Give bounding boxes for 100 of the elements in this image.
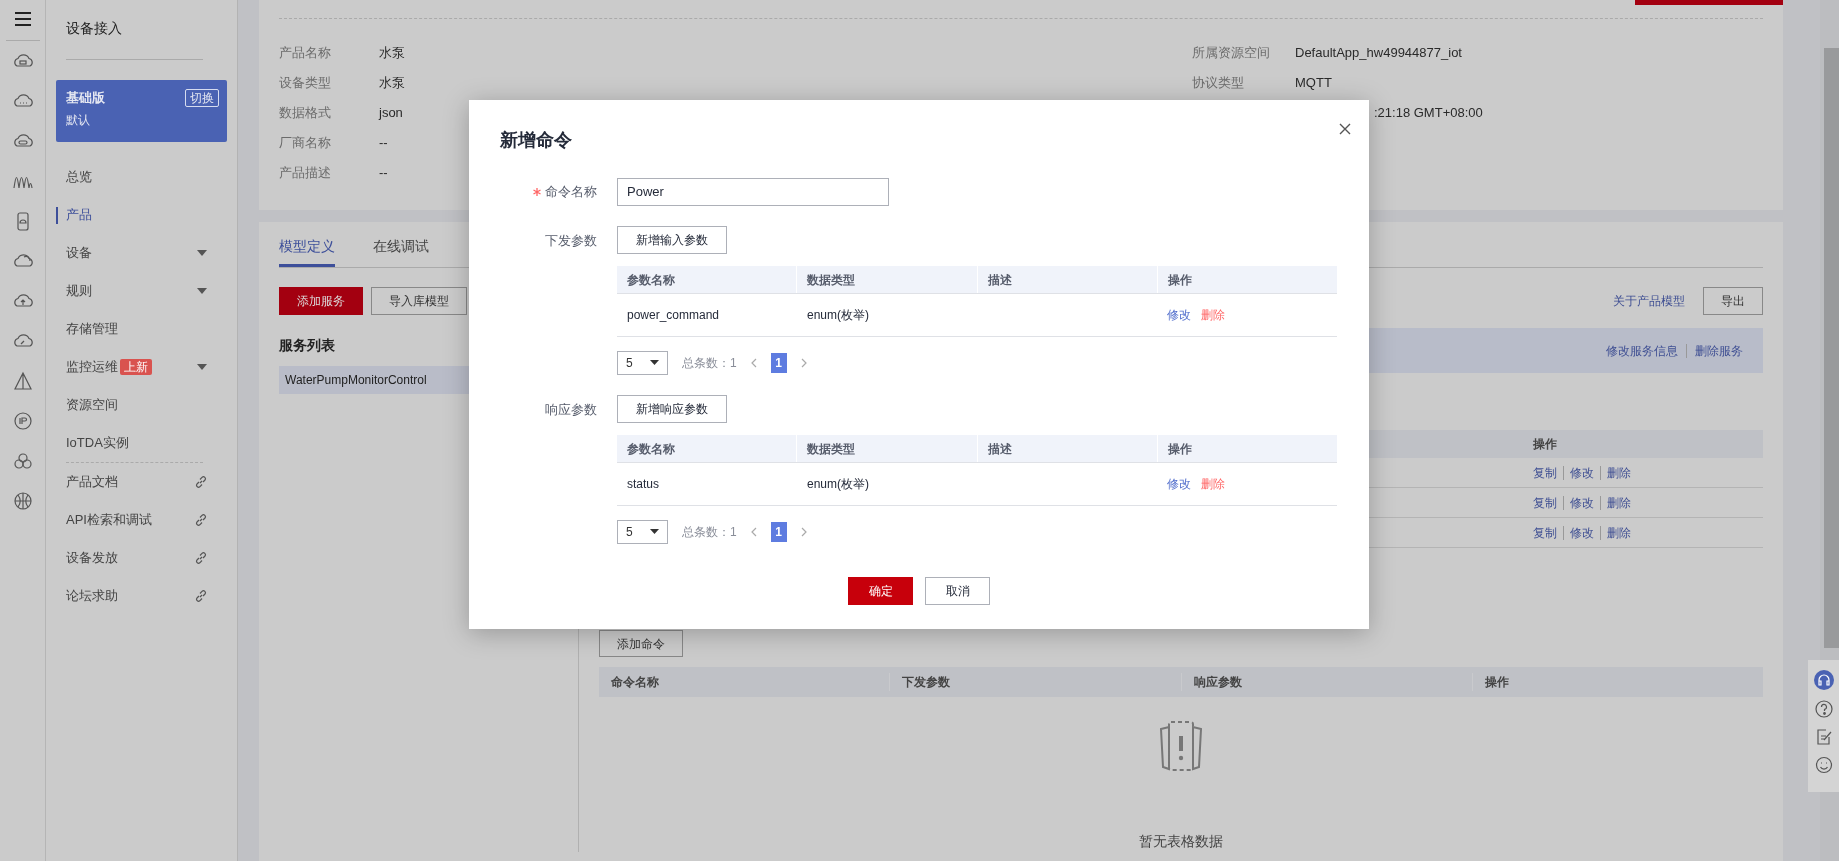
table-cell: status [627,476,659,491]
row-action-link[interactable]: 删除 [1607,523,1631,542]
field-label: 响应参数 [545,401,597,417]
column-header: 描述 [987,441,1012,456]
service-action-link[interactable]: 删除服务 [1695,341,1743,360]
column-header: 操作 [1167,441,1192,456]
sidebar-item[interactable]: IoTDA实例 [56,424,227,462]
tab[interactable]: 在线调试 [373,236,429,267]
sidebar-item[interactable]: 总览 [56,158,227,196]
column-header: 参数名称 [627,441,675,456]
new-badge: 上新 [120,359,152,375]
add-parameter-button[interactable]: 新增响应参数 [617,394,727,423]
edition-name: 基础版 [66,89,105,107]
column-header: 命令名称 [611,675,659,689]
sidebar-item[interactable]: 设备发放 [56,539,227,577]
edit-note-icon[interactable] [1814,728,1833,746]
chevron-right-icon[interactable] [800,526,807,537]
add-parameter-button[interactable]: 新增输入参数 [617,225,727,254]
sidebar-title: 设备接入 [65,19,123,38]
field-label: 所属资源空间 [1192,44,1271,63]
column-header: 下发参数 [902,675,951,689]
row-action-link[interactable]: 修改 [1570,463,1594,482]
chevron-left-icon[interactable] [750,526,757,537]
field-value: DefaultApp_hw49944877_iot [1295,44,1462,63]
switch-button[interactable]: 切换 [185,88,219,107]
sidebar-item[interactable]: 存储管理 [56,310,227,348]
row-action-link[interactable]: 删除 [1607,493,1631,512]
row-action-link[interactable]: 复制 [1533,463,1557,482]
sidebar-item[interactable]: 设备 [56,234,227,272]
confirm-button[interactable]: 确定 [848,576,913,605]
add-service-button[interactable]: 添加服务 [279,287,363,315]
column-header: 数据类型 [807,441,856,456]
ip-icon[interactable] [11,411,34,431]
globe-icon[interactable] [11,491,34,511]
instance-label: 默认 [66,111,91,129]
field-label: 协议类型 [1192,74,1245,93]
service-action-link[interactable]: 修改服务信息 [1606,341,1678,360]
link-icon [195,476,207,488]
chevron-left-icon[interactable] [750,357,757,368]
sidebar-item[interactable]: 论坛求助 [56,577,227,615]
total-count: 总条数：1 [682,523,737,541]
dialog-title: 新增命令 [500,130,573,152]
edit-link[interactable]: 修改 [1167,305,1191,324]
pyramid-icon[interactable] [11,371,34,391]
column-header: 参数名称 [627,272,675,287]
field-value: 水泵 [379,44,405,63]
sidebar-item[interactable]: 规则 [56,272,227,310]
column-header: 数据类型 [807,272,856,287]
sidebar-item[interactable]: 产品文档 [56,463,227,501]
table-cell: enum(枚举) [807,476,869,491]
row-action-link[interactable]: 复制 [1533,523,1557,542]
link-icon [195,590,207,602]
row-action-link[interactable]: 复制 [1533,493,1557,512]
help-icon[interactable] [1814,700,1833,718]
column-header: 响应参数 [1193,675,1242,689]
field-label: 厂商名称 [279,134,332,153]
table-cell: enum(枚举) [807,307,869,322]
add-command-button[interactable]: 添加命令 [599,630,683,657]
page-size-select[interactable]: 5 [617,519,668,544]
column-header: 操作 [1484,675,1509,689]
sidebar-item[interactable]: API检索和调试 [56,501,227,539]
input-field[interactable]: Power [617,177,889,206]
about-link[interactable]: 关于产品模型 [1613,292,1685,310]
field-value: MQTT [1295,74,1332,93]
field-label: 产品描述 [279,164,332,183]
import-button[interactable]: 导入库模型 [371,287,467,315]
cancel-button[interactable]: 取消 [925,576,990,605]
row-action-link[interactable]: 修改 [1570,523,1594,542]
circles-icon[interactable] [11,451,34,471]
caret-down-icon [197,364,207,370]
column-header: 描述 [987,272,1012,287]
row-action-link[interactable]: 删除 [1607,463,1631,482]
section-title: 服务列表 [279,336,336,355]
caret-down-icon [197,250,207,256]
edit-link[interactable]: 修改 [1167,474,1191,493]
field-value: json [379,104,403,123]
page-button[interactable]: 1 [770,521,787,542]
menu-icon[interactable] [13,11,32,27]
total-count: 总条数：1 [682,354,737,372]
link-icon [195,552,207,564]
field-label: 数据格式 [279,104,332,123]
scrollbar-thumb[interactable] [1824,48,1839,648]
column-header: 操作 [1167,272,1192,287]
smiley-icon[interactable] [1814,756,1833,774]
sidebar-item[interactable]: 监控运维 上新 [56,348,227,386]
row-action-link[interactable]: 修改 [1570,493,1594,512]
page-size-select[interactable]: 5 [617,350,668,375]
chevron-right-icon[interactable] [800,357,807,368]
sidebar-item[interactable]: 产品 [56,196,227,234]
sidebar-item[interactable]: 资源空间 [56,386,227,424]
field-label: 命令名称 [545,183,597,199]
column-header: 操作 [1533,436,1557,453]
link-icon [195,514,207,526]
caret-down-icon [650,529,659,535]
tab[interactable]: 模型定义 [279,236,335,267]
table-cell: power_command [627,307,720,322]
page-button[interactable]: 1 [770,352,787,373]
export-button[interactable]: 导出 [1703,287,1763,315]
field-label: 下发参数 [545,232,597,248]
headset-icon[interactable] [1813,670,1834,690]
